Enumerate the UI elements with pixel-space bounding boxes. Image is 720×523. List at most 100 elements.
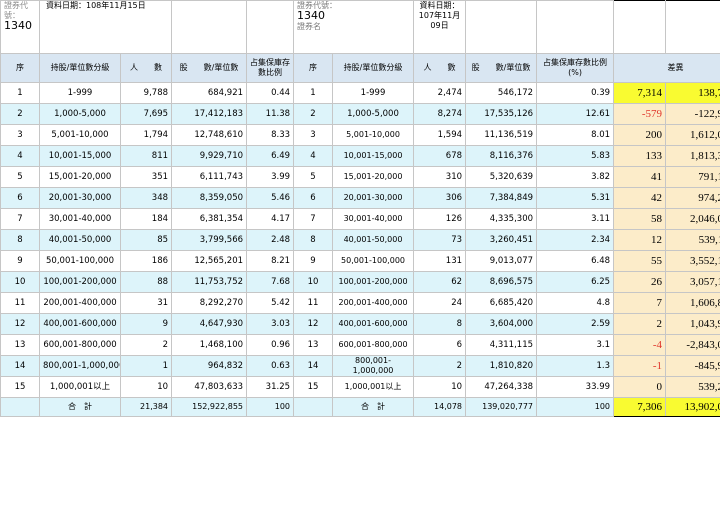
- cell-seq-right[interactable]: 12: [293, 313, 334, 335]
- cell-shares-left[interactable]: 964,832: [171, 355, 248, 377]
- cell-people-left[interactable]: 85: [119, 229, 173, 251]
- cell-seq-right[interactable]: 10: [293, 271, 334, 293]
- cell-seq-left[interactable]: 6: [0, 187, 40, 209]
- col-ratio-left[interactable]: 占集保庫存數比例: [246, 53, 295, 83]
- cell-people-right[interactable]: 8: [413, 313, 467, 335]
- col-diff[interactable]: 差異: [613, 53, 720, 83]
- cell-people-right[interactable]: 310: [413, 166, 467, 188]
- cell-level-right[interactable]: 600,001-800,000: [332, 334, 415, 356]
- cell-ratio-right[interactable]: 8.01: [536, 124, 615, 146]
- cell-ratio-right[interactable]: 0.39: [536, 82, 615, 104]
- cell-diff-people[interactable]: 41: [613, 166, 667, 188]
- cell-level-left[interactable]: 50,001-100,000: [39, 250, 121, 272]
- cell-shares-left[interactable]: 8,359,050: [171, 187, 248, 209]
- cell-shares-left[interactable]: 17,412,183: [171, 103, 248, 125]
- cell-ratio-right[interactable]: 1.3: [536, 355, 615, 377]
- cell-level-left[interactable]: 200,001-400,000: [39, 292, 121, 314]
- cell-shares-left[interactable]: 1,468,100: [171, 334, 248, 356]
- cell-people-right[interactable]: 1,594: [413, 124, 467, 146]
- cell-diff-shares[interactable]: 138,749: [665, 82, 720, 104]
- cell-seq-right[interactable]: 4: [293, 145, 334, 167]
- cell-level-right[interactable]: 1,000,001以上: [332, 376, 415, 398]
- cell-seq-left[interactable]: 4: [0, 145, 40, 167]
- cell-seq-left[interactable]: 7: [0, 208, 40, 230]
- cell-level-right[interactable]: 1-999: [332, 82, 415, 104]
- cell-seq-left[interactable]: 11: [0, 292, 40, 314]
- cell-people-right[interactable]: 8,274: [413, 103, 467, 125]
- cell-shares-right[interactable]: 3,260,451: [465, 229, 538, 251]
- total-diff-people[interactable]: 7,306: [613, 397, 667, 417]
- cell-shares-right[interactable]: 6,685,420: [465, 292, 538, 314]
- cell-seq-left[interactable]: 12: [0, 313, 40, 335]
- cell-seq-left[interactable]: 1: [0, 82, 40, 104]
- cell-level-left[interactable]: 10,001-15,000: [39, 145, 121, 167]
- cell-diff-people[interactable]: -1: [613, 355, 667, 377]
- cell-level-right[interactable]: 5,001-10,000: [332, 124, 415, 146]
- cell-seq-right[interactable]: 1: [293, 82, 334, 104]
- cell-shares-right[interactable]: 9,013,077: [465, 250, 538, 272]
- cell-diff-shares[interactable]: -845,988: [665, 355, 720, 377]
- cell-level-left[interactable]: 600,001-800,000: [39, 334, 121, 356]
- cell-ratio-right[interactable]: 5.31: [536, 187, 615, 209]
- cell-shares-left[interactable]: 12,748,610: [171, 124, 248, 146]
- cell-level-left[interactable]: 1-999: [39, 82, 121, 104]
- cell-people-left[interactable]: 186: [119, 250, 173, 272]
- cell-seq-right[interactable]: 6: [293, 187, 334, 209]
- cell-ratio-right[interactable]: 2.34: [536, 229, 615, 251]
- total-label-right[interactable]: 合 計: [332, 397, 415, 417]
- cell-people-right[interactable]: 131: [413, 250, 467, 272]
- cell-level-left[interactable]: 20,001-30,000: [39, 187, 121, 209]
- cell-level-right[interactable]: 30,001-40,000: [332, 208, 415, 230]
- cell-ratio-left[interactable]: 0.63: [246, 355, 295, 377]
- cell-ratio-left[interactable]: 8.21: [246, 250, 295, 272]
- col-ratio-right[interactable]: 占集保庫存數比例 (%): [536, 53, 615, 83]
- col-seq-left[interactable]: 序: [0, 53, 40, 83]
- cell-people-right[interactable]: 62: [413, 271, 467, 293]
- right-code-cell[interactable]: 證券代號： 1340 證券名: [293, 0, 415, 54]
- cell-diff-shares[interactable]: 539,295: [665, 376, 720, 398]
- cell-diff-shares[interactable]: 1,813,334: [665, 145, 720, 167]
- cell-level-left[interactable]: 30,001-40,000: [39, 208, 121, 230]
- cell-ratio-left[interactable]: 4.17: [246, 208, 295, 230]
- cell-people-left[interactable]: 348: [119, 187, 173, 209]
- cell-ratio-left[interactable]: 0.44: [246, 82, 295, 104]
- cell-shares-right[interactable]: 5,320,639: [465, 166, 538, 188]
- cell-diff-shares[interactable]: 791,104: [665, 166, 720, 188]
- cell-diff-people[interactable]: 42: [613, 187, 667, 209]
- cell-people-left[interactable]: 351: [119, 166, 173, 188]
- cell-level-right[interactable]: 20,001-30,000: [332, 187, 415, 209]
- col-shares-left[interactable]: 股 數/單位數: [171, 53, 248, 83]
- col-people-left[interactable]: 人 數: [119, 53, 173, 83]
- cell-diff-shares[interactable]: 3,552,124: [665, 250, 720, 272]
- cell-seq-right[interactable]: 3: [293, 124, 334, 146]
- cell-ratio-left[interactable]: 31.25: [246, 376, 295, 398]
- cell-people-right[interactable]: 2: [413, 355, 467, 377]
- cell-people-left[interactable]: 2: [119, 334, 173, 356]
- cell-ratio-left[interactable]: 5.42: [246, 292, 295, 314]
- cell-level-left[interactable]: 5,001-10,000: [39, 124, 121, 146]
- cell-people-right[interactable]: 6: [413, 334, 467, 356]
- total-people-right[interactable]: 14,078: [413, 397, 467, 417]
- cell-diff-shares[interactable]: -2,843,015: [665, 334, 720, 356]
- cell-seq-left[interactable]: 15: [0, 376, 40, 398]
- cell-shares-right[interactable]: 546,172: [465, 82, 538, 104]
- cell-seq-left[interactable]: 3: [0, 124, 40, 146]
- cell-ratio-right[interactable]: 6.25: [536, 271, 615, 293]
- cell-seq-right[interactable]: 9: [293, 250, 334, 272]
- cell-ratio-left[interactable]: 7.68: [246, 271, 295, 293]
- cell-shares-left[interactable]: 11,753,752: [171, 271, 248, 293]
- col-level-right[interactable]: 持股/單位數分級: [332, 53, 415, 83]
- cell-ratio-right[interactable]: 6.48: [536, 250, 615, 272]
- cell-level-right[interactable]: 1,000-5,000: [332, 103, 415, 125]
- cell-seq-right[interactable]: 11: [293, 292, 334, 314]
- cell-shares-left[interactable]: 12,565,201: [171, 250, 248, 272]
- cell-shares-right[interactable]: 4,311,115: [465, 334, 538, 356]
- total-shares-left[interactable]: 152,922,855: [171, 397, 248, 417]
- cell-ratio-right[interactable]: 3.1: [536, 334, 615, 356]
- cell-shares-right[interactable]: 8,116,376: [465, 145, 538, 167]
- cell-seq-left[interactable]: 14: [0, 355, 40, 377]
- cell-seq-left[interactable]: 2: [0, 103, 40, 125]
- cell-diff-shares[interactable]: 1,612,091: [665, 124, 720, 146]
- cell-diff-shares[interactable]: 974,201: [665, 187, 720, 209]
- cell-shares-left[interactable]: 47,803,633: [171, 376, 248, 398]
